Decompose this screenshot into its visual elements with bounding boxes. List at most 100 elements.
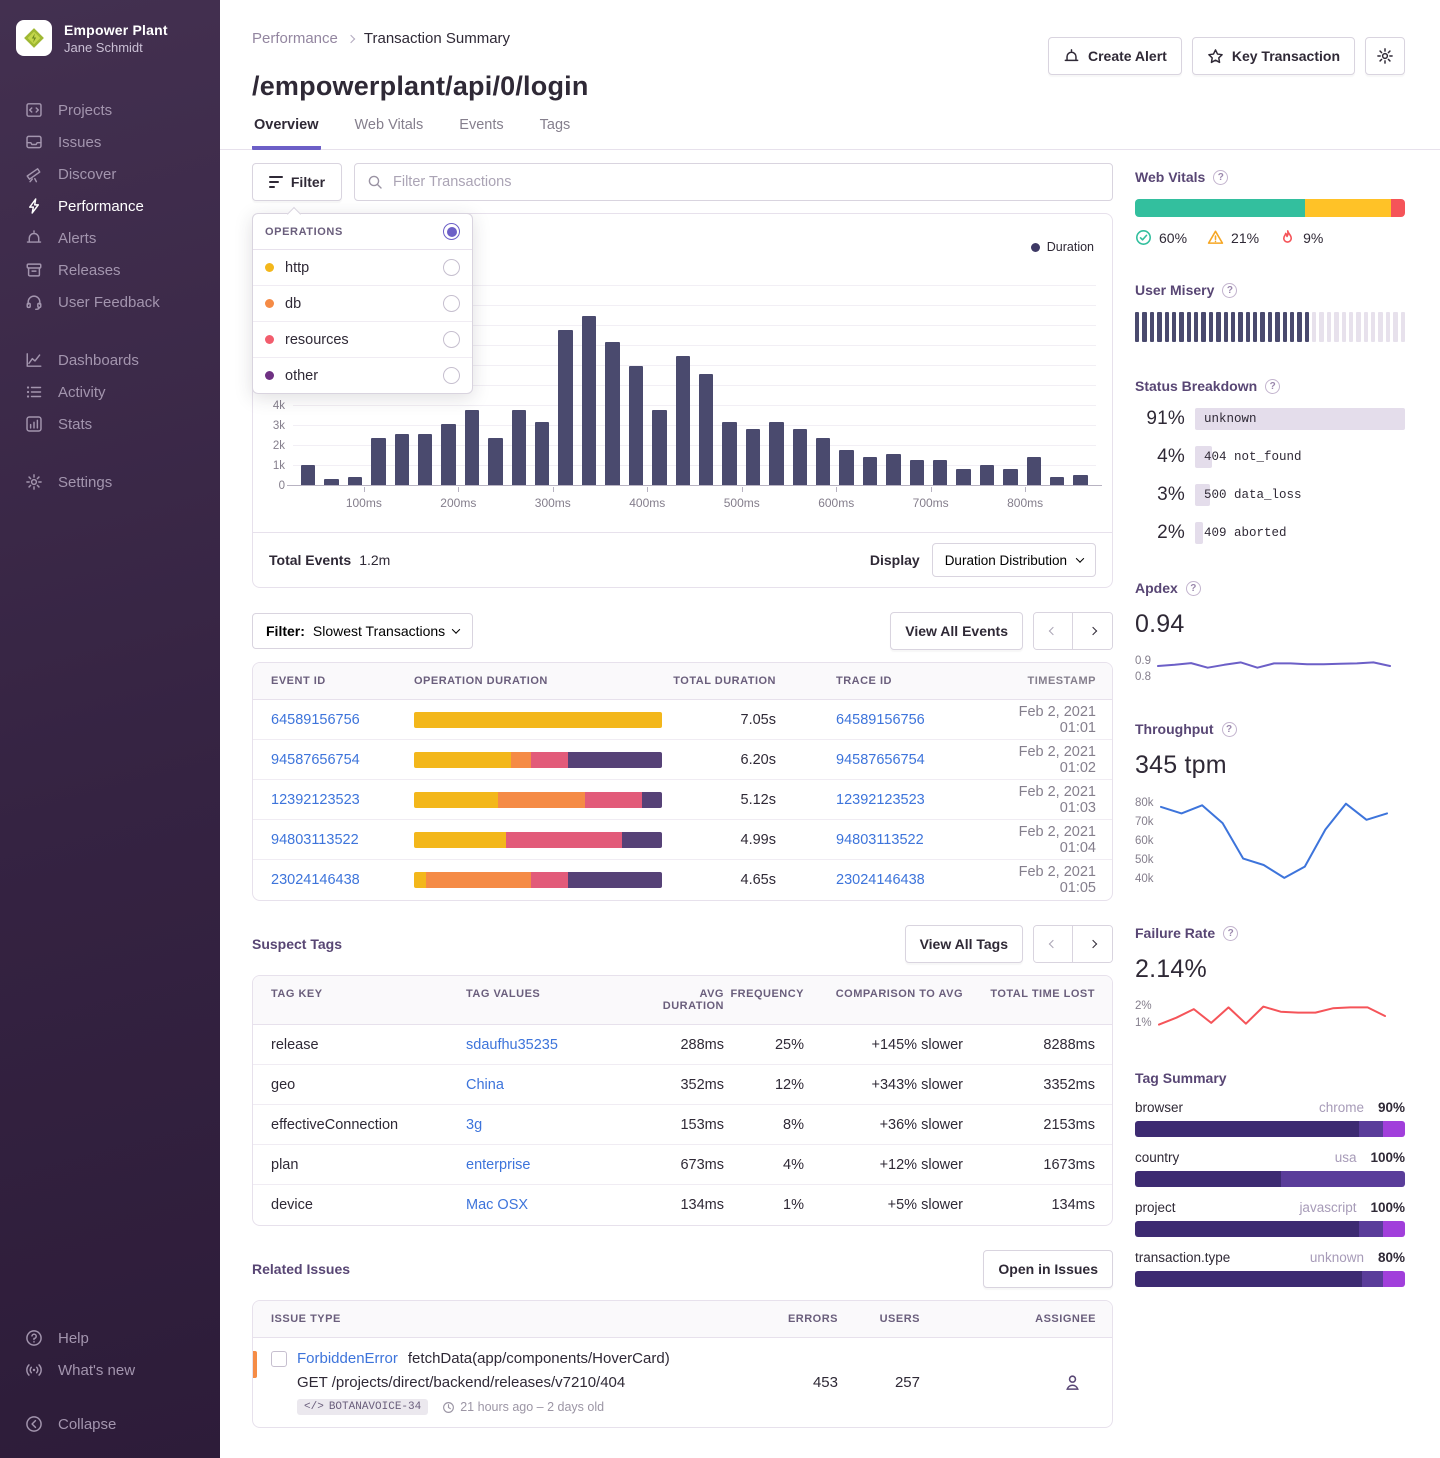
operation-radio[interactable] (443, 295, 460, 312)
issue-checkbox[interactable] (271, 1351, 287, 1367)
display-select[interactable]: Duration Distribution (932, 543, 1096, 577)
sidebar-item-label: Dashboards (58, 352, 139, 369)
tab-tags[interactable]: Tags (538, 117, 573, 150)
sidebar-item-what-s-new[interactable]: What's new (0, 1354, 220, 1386)
tag-summary-percent: 100% (1370, 1200, 1405, 1215)
operation-option-resources[interactable]: resources (253, 322, 472, 358)
chart-legend[interactable]: Duration (1031, 240, 1094, 254)
pager-next-button[interactable] (1073, 926, 1112, 962)
sidebar-item-user-feedback[interactable]: User Feedback (0, 286, 220, 318)
sidebar-item-stats[interactable]: Stats (0, 408, 220, 440)
sidebar-item-projects[interactable]: Projects (0, 94, 220, 126)
sidebar-item-activity[interactable]: Activity (0, 376, 220, 408)
key-transaction-button[interactable]: Key Transaction (1192, 37, 1355, 75)
tag-summary-segment (1135, 1171, 1281, 1187)
filter-button[interactable]: Filter (252, 163, 342, 201)
misery-segment (1283, 312, 1287, 342)
tab-events[interactable]: Events (457, 117, 505, 150)
help-question-icon[interactable]: ? (1223, 926, 1238, 941)
chevron-left-icon (1049, 940, 1057, 948)
frequency-cell: 4% (724, 1157, 804, 1173)
trace-id-link[interactable]: 94587656754 (836, 752, 925, 768)
operation-radio[interactable] (443, 367, 460, 384)
event-id-link[interactable]: 94587656754 (271, 752, 360, 768)
sidebar-item-discover[interactable]: Discover (0, 158, 220, 190)
operations-all-radio[interactable] (443, 223, 460, 240)
column-header-timestamp: TIMESTAMP (1016, 663, 1112, 699)
trace-id-cell: 64589156756 (776, 712, 1016, 728)
issue-request: GET /projects/direct/backend/releases/v7… (297, 1374, 764, 1391)
sidebar-item-label: What's new (58, 1362, 135, 1379)
tag-value-link[interactable]: 3g (466, 1117, 482, 1133)
trace-id-link[interactable]: 64589156756 (836, 712, 925, 728)
event-id-link[interactable]: 23024146438 (271, 872, 360, 888)
tab-web-vitals[interactable]: Web Vitals (353, 117, 426, 150)
column-header-issue-type: ISSUE TYPE (253, 1301, 764, 1337)
trace-id-link[interactable]: 23024146438 (836, 872, 925, 888)
event-id-link[interactable]: 94803113522 (271, 832, 359, 848)
misery-segment (1297, 312, 1301, 342)
sidebar-nav-group: ProjectsIssuesDiscoverPerformanceAlerts R… (0, 94, 220, 318)
events-filter-dropdown[interactable]: Filter: Slowest Transactions (252, 613, 473, 649)
frequency-cell: 12% (724, 1077, 804, 1093)
display-control: Display Duration Distribution (870, 543, 1096, 577)
create-alert-button[interactable]: Create Alert (1048, 37, 1182, 75)
sidebar-item-alerts[interactable]: Alerts (0, 222, 220, 254)
help-question-icon[interactable]: ? (1213, 170, 1228, 185)
help-question-icon[interactable]: ? (1265, 379, 1280, 394)
breadcrumb-performance[interactable]: Performance (252, 30, 338, 47)
sidebar-item-performance[interactable]: Performance (0, 190, 220, 222)
user-name: Jane Schmidt (64, 40, 168, 55)
search-input[interactable] (393, 174, 1100, 190)
histogram-bar (722, 422, 736, 486)
operation-option-db[interactable]: db (253, 286, 472, 322)
trace-id-link[interactable]: 94803113522 (836, 832, 924, 848)
total-time-lost-cell: 2153ms (963, 1117, 1112, 1133)
tag-value-cell: enterprise (466, 1157, 636, 1173)
issue-type-link[interactable]: ForbiddenError (297, 1350, 398, 1367)
timestamp-cell: Feb 2, 2021 01:03 (1016, 784, 1112, 816)
sidebar-item-help[interactable]: Help (0, 1322, 220, 1354)
op-segment-purple (568, 752, 662, 768)
histogram-bar (933, 460, 947, 486)
help-question-icon[interactable]: ? (1222, 722, 1237, 737)
settings-gear-button[interactable] (1365, 37, 1405, 75)
pager-prev-button[interactable] (1034, 613, 1073, 649)
sidebar-item-label: Releases (58, 262, 121, 279)
sidebar-collapse[interactable]: Collapse (0, 1408, 220, 1440)
event-id-link[interactable]: 12392123523 (271, 792, 360, 808)
event-id-link[interactable]: 64589156756 (271, 712, 360, 728)
trace-id-cell: 23024146438 (776, 872, 1016, 888)
sidebar-item-issues[interactable]: Issues (0, 126, 220, 158)
open-in-issues-button[interactable]: Open in Issues (983, 1250, 1113, 1288)
events-filter-value: Slowest Transactions (313, 623, 445, 639)
help-question-icon[interactable]: ? (1186, 581, 1201, 596)
tag-value-link[interactable]: enterprise (466, 1157, 530, 1173)
tag-value-link[interactable]: China (466, 1077, 504, 1093)
view-all-tags-button[interactable]: View All Tags (905, 925, 1023, 963)
pager-next-button[interactable] (1073, 613, 1112, 649)
vitals-segment (1391, 199, 1405, 217)
operation-color-dot (265, 299, 274, 308)
tag-value-link[interactable]: sdaufhu35235 (466, 1037, 558, 1053)
tag-value-cell: Mac OSX (466, 1197, 636, 1213)
operation-radio[interactable] (443, 331, 460, 348)
misery-segment (1401, 312, 1405, 342)
y-axis-tick-label: 3k (253, 420, 285, 432)
total-duration-cell: 6.20s (663, 752, 776, 768)
pager-prev-button[interactable] (1034, 926, 1073, 962)
issue-assignee[interactable] (936, 1373, 1112, 1392)
help-question-icon[interactable]: ? (1222, 283, 1237, 298)
sidebar-item-settings[interactable]: Settings (0, 466, 220, 498)
operation-radio[interactable] (443, 259, 460, 276)
sidebar-item-dashboards[interactable]: Dashboards (0, 344, 220, 376)
tab-overview[interactable]: Overview (252, 117, 321, 150)
trace-id-link[interactable]: 12392123523 (836, 792, 925, 808)
view-all-events-button[interactable]: View All Events (890, 612, 1023, 650)
org-switcher[interactable]: Empower Plant Jane Schmidt (0, 20, 220, 56)
operation-option-http[interactable]: http (253, 250, 472, 286)
tag-value-link[interactable]: Mac OSX (466, 1197, 528, 1213)
operation-option-other[interactable]: other (253, 358, 472, 393)
sidebar-item-releases[interactable]: Releases (0, 254, 220, 286)
search-box (354, 163, 1113, 201)
